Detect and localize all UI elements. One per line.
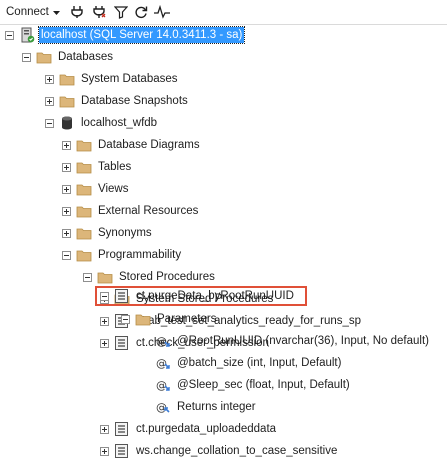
activity-monitor-icon[interactable] bbox=[154, 0, 170, 24]
tree-label: Database Snapshots bbox=[81, 95, 188, 107]
tree-label: Programmability bbox=[98, 249, 182, 261]
disconnect-icon[interactable] bbox=[92, 0, 106, 24]
stored-procedure-icon bbox=[114, 335, 130, 351]
tree-node-views[interactable]: Views bbox=[62, 178, 130, 200]
expand-icon[interactable] bbox=[62, 206, 71, 216]
expand-icon[interactable] bbox=[62, 162, 71, 172]
parameter-icon: @ bbox=[155, 333, 171, 349]
tree-label: localhost_wfdb bbox=[81, 117, 158, 129]
expand-icon[interactable] bbox=[100, 316, 109, 326]
tree-label: ct.purgeData_byRootRunUUID bbox=[136, 290, 294, 302]
connect-button[interactable]: Connect bbox=[6, 0, 60, 24]
tree-node-parameter[interactable]: @ @batch_size (int, Input, Default) bbox=[155, 352, 343, 374]
tree-label: Databases bbox=[58, 51, 113, 63]
svg-text:@: @ bbox=[156, 379, 167, 392]
tree-label: @batch_size (int, Input, Default) bbox=[177, 357, 342, 369]
expand-icon[interactable] bbox=[100, 446, 109, 456]
expand-icon[interactable] bbox=[100, 424, 109, 434]
folder-icon bbox=[97, 269, 113, 285]
tree-label: @RootRunUUID (nvarchar(36), Input, No de… bbox=[177, 335, 430, 347]
collapse-icon[interactable] bbox=[83, 272, 92, 282]
expand-icon[interactable] bbox=[62, 184, 71, 194]
database-icon bbox=[59, 115, 75, 131]
folder-icon bbox=[36, 49, 52, 65]
tree-node-stored-procedure[interactable]: ws.change_collation_to_case_sensitive bbox=[100, 440, 339, 462]
tree-node-databases[interactable]: Databases bbox=[22, 46, 115, 68]
tree-label: ct.purgedata_uploadeddata bbox=[136, 423, 277, 435]
tree-node-programmability[interactable]: Programmability bbox=[62, 244, 183, 266]
folder-icon bbox=[59, 71, 75, 87]
tree-node-server[interactable]: localhost (SQL Server 14.0.3411.3 - sa) bbox=[5, 24, 246, 46]
svg-text:@: @ bbox=[156, 335, 167, 348]
tree-node-parameters[interactable]: Parameters bbox=[121, 308, 218, 330]
connect-label: Connect bbox=[6, 6, 49, 18]
parameter-icon: @ bbox=[155, 377, 171, 393]
return-value-icon: @ bbox=[155, 399, 171, 415]
expand-icon[interactable] bbox=[45, 74, 54, 84]
refresh-icon[interactable] bbox=[134, 0, 148, 24]
tree-label: Synonyms bbox=[98, 227, 152, 239]
folder-icon bbox=[135, 311, 151, 327]
folder-icon bbox=[76, 137, 92, 153]
tree-label: System Databases bbox=[81, 73, 178, 85]
tree-label: Views bbox=[98, 183, 129, 195]
tree-label: Stored Procedures bbox=[119, 271, 215, 283]
object-explorer-toolbar: Connect bbox=[0, 0, 447, 25]
expand-icon[interactable] bbox=[45, 96, 54, 106]
collapse-icon[interactable] bbox=[5, 30, 14, 40]
tree-label: Parameters bbox=[157, 313, 217, 325]
tree-node-tables[interactable]: Tables bbox=[62, 156, 133, 178]
tree-node-database-diagrams[interactable]: Database Diagrams bbox=[62, 134, 202, 156]
tree-node-parameter[interactable]: @ @RootRunUUID (nvarchar(36), Input, No … bbox=[155, 330, 431, 352]
tree-node-synonyms[interactable]: Synonyms bbox=[62, 222, 154, 244]
tree-node-stored-procedure[interactable]: ct.purgedata_uploadeddata bbox=[100, 418, 278, 440]
server-label: localhost (SQL Server 14.0.3411.3 - sa) bbox=[37, 26, 246, 44]
folder-icon bbox=[76, 181, 92, 197]
server-icon bbox=[19, 27, 35, 43]
folder-icon bbox=[76, 247, 92, 263]
tree-node-parameter[interactable]: @ @Sleep_sec (float, Input, Default) bbox=[155, 374, 352, 396]
collapse-icon[interactable] bbox=[62, 250, 71, 260]
expand-icon[interactable] bbox=[62, 140, 71, 150]
tree-node-return-value[interactable]: @ Returns integer bbox=[155, 396, 258, 418]
expand-icon[interactable] bbox=[100, 338, 109, 348]
collapse-icon[interactable] bbox=[100, 291, 109, 301]
folder-icon bbox=[59, 93, 75, 109]
tree-node-external-resources[interactable]: External Resources bbox=[62, 200, 200, 222]
expand-icon[interactable] bbox=[62, 228, 71, 238]
tree-label: Returns integer bbox=[177, 401, 256, 413]
collapse-icon[interactable] bbox=[121, 314, 130, 324]
tree-label: ws.change_collation_to_case_sensitive bbox=[136, 445, 338, 457]
tree-node-stored-procedure-highlighted[interactable]: ct.purgeData_byRootRunUUID bbox=[100, 286, 296, 306]
tree-node-system-databases[interactable]: System Databases bbox=[45, 68, 180, 90]
object-explorer-tree: localhost (SQL Server 14.0.3411.3 - sa) … bbox=[0, 24, 447, 458]
collapse-icon[interactable] bbox=[22, 52, 31, 62]
tree-node-database-snapshots[interactable]: Database Snapshots bbox=[45, 90, 190, 112]
folder-icon bbox=[76, 225, 92, 241]
tree-label: Tables bbox=[98, 161, 132, 173]
filter-icon[interactable] bbox=[114, 0, 128, 24]
stored-procedure-icon bbox=[114, 288, 130, 304]
tree-label: External Resources bbox=[98, 205, 199, 217]
tree-node-stored-procedures[interactable]: Stored Procedures bbox=[83, 266, 217, 288]
dropdown-icon[interactable] bbox=[52, 6, 60, 18]
svg-text:@: @ bbox=[156, 357, 167, 370]
tree-node-database[interactable]: localhost_wfdb bbox=[45, 112, 159, 134]
folder-icon bbox=[76, 159, 92, 175]
connect-object-explorer-icon[interactable] bbox=[70, 0, 84, 24]
parameter-icon: @ bbox=[155, 355, 171, 371]
folder-icon bbox=[76, 203, 92, 219]
stored-procedure-icon bbox=[114, 421, 130, 437]
tree-label: Database Diagrams bbox=[98, 139, 200, 151]
collapse-icon[interactable] bbox=[45, 118, 54, 128]
stored-procedure-icon bbox=[114, 443, 130, 459]
tree-label: @Sleep_sec (float, Input, Default) bbox=[177, 379, 350, 391]
